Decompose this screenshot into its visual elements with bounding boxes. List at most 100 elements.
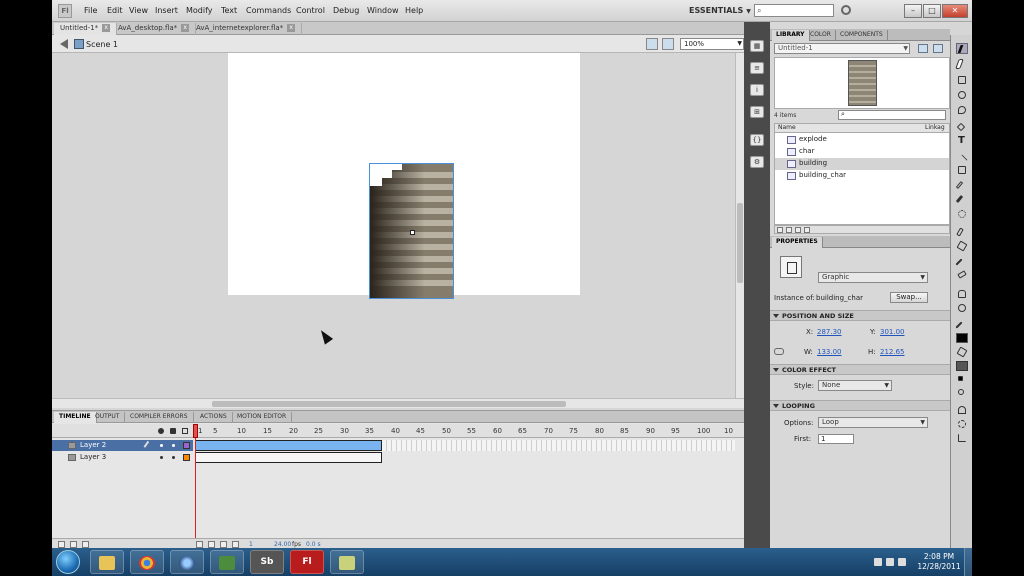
building-char-instance[interactable] (369, 163, 454, 299)
symbol-behavior-select[interactable]: Graphic ▼ (818, 272, 928, 283)
delete-layer-icon[interactable] (82, 541, 89, 548)
taskbar-soundbooth-icon[interactable]: Sb (250, 550, 284, 574)
section-color-effect[interactable]: COLOR EFFECT (770, 364, 950, 375)
straighten-icon[interactable] (956, 433, 968, 444)
menu-commands[interactable]: Commands (246, 6, 291, 15)
tab-output[interactable]: OUTPUT (90, 412, 126, 423)
menu-debug[interactable]: Debug (333, 6, 359, 15)
visibility-dot[interactable] (160, 456, 163, 459)
minimize-button[interactable]: – (904, 4, 922, 18)
lock-dot[interactable] (172, 444, 175, 447)
doc-tab-untitled[interactable]: Untitled-1* x (54, 23, 118, 35)
rectangle-tool-icon[interactable] (956, 165, 968, 176)
loop-options-select[interactable]: Loop ▼ (818, 417, 928, 428)
playhead[interactable] (193, 424, 198, 438)
close-tab-icon[interactable]: x (102, 24, 111, 32)
close-tab-icon[interactable]: x (181, 24, 190, 32)
fill-color-bucket-icon[interactable] (956, 346, 968, 358)
y-value[interactable]: 301.00 (880, 328, 905, 336)
maximize-button[interactable]: □ (923, 4, 941, 18)
frame-span[interactable] (195, 440, 382, 451)
eyedropper-tool-icon[interactable] (955, 257, 968, 268)
new-folder-icon[interactable] (786, 227, 792, 233)
taskbar-chrome-icon[interactable] (130, 550, 164, 574)
x-value[interactable]: 287.30 (817, 328, 842, 336)
new-symbol-icon[interactable] (777, 227, 783, 233)
stroke-color-pencil-icon[interactable] (955, 320, 968, 331)
close-tab-icon[interactable]: x (287, 24, 296, 32)
w-value[interactable]: 133.00 (817, 348, 842, 356)
scroll-thumb[interactable] (212, 401, 566, 407)
library-item[interactable]: explode (775, 134, 949, 146)
color-style-select[interactable]: None ▼ (818, 380, 892, 391)
menu-insert[interactable]: Insert (155, 6, 178, 15)
eye-icon[interactable] (158, 428, 164, 434)
library-search-input[interactable]: ⌕ (838, 110, 946, 120)
black-and-white-icon[interactable] (956, 375, 968, 386)
pin-library-icon[interactable] (918, 44, 928, 53)
library-document-select[interactable]: Untitled-1 ▼ (774, 43, 910, 54)
start-button[interactable] (56, 550, 80, 574)
layer-row-layer-2[interactable]: Layer 2 (52, 440, 744, 451)
text-tool-icon[interactable]: T (956, 136, 968, 148)
smooth-icon[interactable] (956, 419, 968, 430)
col-linkage[interactable]: Linkag (925, 124, 945, 132)
taskbar-flash-icon[interactable]: Fl (290, 550, 324, 574)
edit-multiple-frames-icon[interactable] (232, 541, 239, 548)
cs-live-icon[interactable] (841, 5, 851, 15)
transform-icon[interactable]: ⊞ (750, 106, 764, 118)
snap-to-objects-icon[interactable] (956, 405, 968, 416)
visibility-dot[interactable] (160, 444, 163, 447)
3d-rotation-tool-icon[interactable] (956, 90, 968, 101)
layer-row-layer-3[interactable]: Layer 3 (52, 452, 744, 463)
scene-label[interactable]: Scene 1 (86, 40, 118, 49)
pencil-tool-icon[interactable] (955, 180, 968, 191)
outline-icon[interactable] (182, 428, 188, 434)
deco-tool-icon[interactable] (956, 209, 968, 220)
doc-tab-ava-desktop[interactable]: AvA_desktop.fla* x (112, 23, 197, 35)
workspace-switcher[interactable]: ESSENTIALS ▼ (689, 6, 751, 15)
help-search-input[interactable]: ⌕ (754, 4, 834, 17)
tab-actions[interactable]: ACTIONS (195, 412, 233, 423)
swap-button[interactable]: Swap... (890, 292, 928, 303)
fill-color-swatch[interactable] (956, 361, 968, 371)
taskbar-camtasia-icon[interactable] (210, 550, 244, 574)
code-snippets-icon[interactable]: {} (750, 134, 764, 146)
menu-control[interactable]: Control (296, 6, 325, 15)
close-button[interactable]: ✕ (942, 4, 968, 18)
selection-tool-icon[interactable] (956, 43, 969, 54)
new-library-panel-icon[interactable] (933, 44, 943, 53)
back-arrow-icon[interactable] (60, 39, 68, 49)
lock-icon[interactable] (170, 428, 176, 434)
system-clock[interactable]: 2:08 PM 12/28/2011 (914, 552, 964, 572)
library-item[interactable]: building (775, 158, 949, 170)
menu-edit[interactable]: Edit (107, 6, 123, 15)
tray-network-icon[interactable] (886, 558, 894, 566)
library-item[interactable]: char (775, 146, 949, 158)
zoom-tool-icon[interactable] (956, 303, 968, 314)
tab-compiler-errors[interactable]: COMPILER ERRORS (125, 412, 194, 423)
stage-pasteboard[interactable] (52, 53, 735, 398)
eraser-tool-icon[interactable] (956, 270, 968, 282)
onion-outline-icon[interactable] (220, 541, 227, 548)
swap-colors-icon[interactable] (956, 388, 968, 399)
taskbar-folder-icon[interactable] (90, 550, 124, 574)
tray-volume-icon[interactable] (898, 558, 906, 566)
menu-file[interactable]: File (84, 6, 97, 15)
empty-frames[interactable] (382, 440, 735, 451)
menu-text[interactable]: Text (221, 6, 237, 15)
frame-span[interactable] (195, 452, 382, 463)
tab-color[interactable]: COLOR (806, 30, 836, 41)
properties-icon[interactable] (795, 227, 801, 233)
menu-window[interactable]: Window (367, 6, 399, 15)
first-frame-input[interactable]: 1 (818, 434, 854, 444)
info-icon[interactable]: i (750, 84, 764, 96)
paint-bucket-tool-icon[interactable] (956, 240, 968, 252)
tab-components[interactable]: COMPONENTS (836, 30, 888, 41)
link-constrain-icon[interactable] (774, 348, 784, 355)
current-frame[interactable]: 1 (249, 541, 253, 548)
tab-motion-editor[interactable]: MOTION EDITOR (232, 412, 293, 423)
show-desktop-button[interactable] (964, 548, 972, 576)
align-icon[interactable]: ≡ (750, 62, 764, 74)
scroll-thumb[interactable] (737, 203, 743, 283)
